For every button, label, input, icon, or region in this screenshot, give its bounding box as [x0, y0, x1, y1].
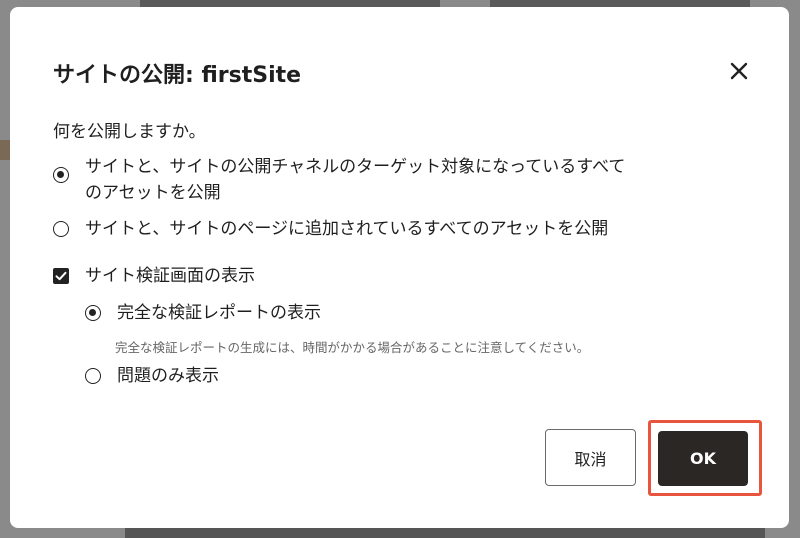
publish-question: 何を公開しますか。 [53, 122, 206, 142]
validation-option-label: 問題のみ表示 [117, 366, 219, 386]
dialog-title: サイトの公開: firstSite [53, 63, 302, 88]
cancel-button[interactable]: 取消 [545, 429, 636, 486]
publish-option-page-assets[interactable]: サイトと、サイトのページに追加されているすべてのアセットを公開 [53, 216, 753, 242]
radio-channel-targets[interactable] [53, 167, 69, 183]
publish-option-channel-targets[interactable]: サイトと、サイトの公開チャネルのターゲット対象になっているすべて のアセットを公… [53, 154, 753, 208]
validation-option-issues-only[interactable]: 問題のみ表示 [85, 363, 385, 389]
radio-full-report[interactable] [85, 305, 101, 321]
checkmark-icon [55, 271, 67, 281]
publish-site-dialog: サイトの公開: firstSite 何を公開しますか。 サイトと、サイトの公開チ… [10, 7, 789, 528]
show-validation-label: サイト検証画面の表示 [85, 266, 255, 286]
full-report-hint: 完全な検証レポートの生成には、時間がかかる場合があることに注意してください。 [115, 340, 590, 355]
close-button[interactable] [722, 56, 756, 86]
radio-issues-only[interactable] [85, 368, 101, 384]
show-validation-checkbox[interactable] [53, 268, 69, 284]
show-validation-option[interactable]: サイト検証画面の表示 [53, 263, 353, 289]
publish-option-label: サイトと、サイトの公開チャネルのターゲット対象になっているすべて のアセットを公… [85, 157, 626, 203]
close-icon [730, 62, 748, 80]
validation-option-full-report[interactable]: 完全な検証レポートの表示 [85, 300, 485, 326]
ok-button[interactable]: OK [658, 431, 748, 486]
validation-option-label: 完全な検証レポートの表示 [117, 303, 321, 323]
radio-page-assets[interactable] [53, 221, 69, 237]
publish-option-label: サイトと、サイトのページに追加されているすべてのアセットを公開 [85, 219, 609, 239]
